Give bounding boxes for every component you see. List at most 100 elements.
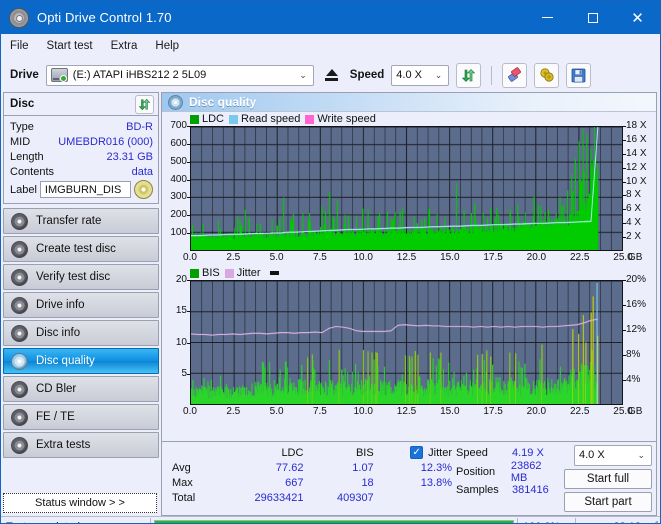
- legend-swatch: [190, 268, 199, 278]
- axis-tick-mark: [622, 305, 626, 306]
- disc-row-key: Type: [10, 120, 34, 133]
- sidebar-item-extra-tests[interactable]: Extra tests: [3, 432, 159, 458]
- axis-tick-label: 16 X: [626, 133, 647, 145]
- cell-max-ldc: 667: [285, 476, 304, 489]
- axis-tick-label: 700: [170, 120, 187, 131]
- disc-label-field[interactable]: IMGBURN_DIS: [39, 181, 131, 198]
- axis-tick-label: 0.0: [183, 406, 197, 417]
- main-body: Disc Type BD-R MID UMEBDR016 (000) Lengt…: [1, 92, 660, 516]
- axis-tick-label: 12.5: [396, 406, 417, 417]
- maximize-button[interactable]: [570, 1, 615, 34]
- samples-value: 381416: [512, 484, 549, 496]
- disc-panel-title: Disc: [10, 98, 35, 110]
- axis-tick-mark: [622, 280, 626, 281]
- refresh-button[interactable]: [456, 62, 482, 88]
- disc-row-contents: Contents data: [10, 164, 153, 179]
- axis-tick-label: 10 X: [626, 175, 647, 187]
- maximize-icon: [587, 12, 598, 23]
- axis-tick-label: 22.5: [569, 406, 590, 417]
- column-header-bis: BIS: [355, 446, 374, 459]
- disc-row-key: Length: [10, 150, 44, 163]
- jitter-label: Jitter: [428, 446, 452, 459]
- save-button[interactable]: [566, 62, 592, 88]
- axis-tick-mark: [622, 380, 626, 381]
- erase-button[interactable]: [502, 62, 528, 88]
- axis-tick-label: 5.0: [269, 252, 284, 263]
- axis-tick-label: 500: [170, 155, 187, 167]
- speed-select[interactable]: 4.0 X ⌄: [391, 64, 450, 86]
- axis-tick-label: 14 X: [626, 147, 647, 159]
- bookmark-button[interactable]: [534, 62, 560, 88]
- disc-icon: [11, 436, 28, 454]
- elapsed-time-value: 33:13: [613, 521, 641, 524]
- title-bar: Opti Drive Control 1.70 ✕: [1, 1, 660, 34]
- bis-chart-legend: BIS Jitter: [162, 266, 656, 280]
- spacer-cell: [168, 445, 218, 460]
- axis-tick-label: 6 X: [626, 203, 642, 215]
- legend-label: Write speed: [317, 113, 376, 125]
- cd-icon[interactable]: [134, 180, 153, 199]
- sidebar-item-label: Create test disc: [36, 243, 116, 255]
- statistics-table: LDC BIS ✓ Jitter Avg 77.62 1.07 12.3% Ma…: [168, 445, 456, 505]
- charts-area: LDC Read speed Write speed 100 200 300 400 5…: [162, 112, 656, 441]
- speed-readout-label: Speed: [456, 447, 488, 459]
- menu-start-test[interactable]: Start test: [47, 40, 93, 52]
- close-button[interactable]: ✕: [615, 1, 660, 34]
- resize-grip-icon[interactable]: [646, 520, 658, 523]
- marker-icon: [269, 271, 279, 275]
- refresh-icon: [462, 68, 476, 82]
- start-part-button[interactable]: Start part: [564, 491, 652, 512]
- sidebar-item-drive-info[interactable]: Drive info: [3, 292, 159, 318]
- axis-unit-label: GB: [628, 252, 643, 263]
- disc-icon: [11, 324, 28, 342]
- panel-header: Disc quality: [162, 93, 656, 112]
- disc-row-key: Contents: [10, 165, 55, 178]
- sidebar-item-label: Disc info: [36, 327, 81, 339]
- sidebar-item-create-test-disc[interactable]: Create test disc: [3, 236, 159, 262]
- test-speed-select[interactable]: 4.0 X ⌄: [574, 445, 652, 466]
- legend-label: Jitter: [236, 267, 261, 279]
- axis-tick-mark: [622, 126, 626, 127]
- jitter-checkbox[interactable]: ✓: [410, 446, 424, 459]
- sidebar-item-fe-te[interactable]: FE / TE: [3, 404, 159, 430]
- axis-tick-label: 15.0: [440, 252, 460, 263]
- drive-icon: [50, 68, 68, 82]
- axis-tick-mark: [622, 181, 626, 183]
- refresh-icon: [138, 98, 151, 110]
- legend-label: Read speed: [241, 113, 301, 125]
- drive-select[interactable]: (E:) ATAPI iHBS212 2 5L09 ⌄: [45, 64, 314, 86]
- sidebar-item-transfer-rate[interactable]: Transfer rate: [3, 208, 159, 234]
- disc-row-value: data: [131, 165, 153, 178]
- axis-tick-label: 300: [170, 191, 187, 203]
- disc-refresh-button[interactable]: [135, 94, 154, 114]
- menu-help[interactable]: Help: [155, 40, 179, 52]
- statistics-panel: LDC BIS ✓ Jitter Avg 77.62 1.07 12.3% Ma…: [162, 441, 656, 515]
- disc-panel-header: Disc: [4, 93, 158, 116]
- axis-unit-label: GB: [628, 406, 643, 417]
- samples-label: Samples: [456, 484, 499, 496]
- toolbar: Drive (E:) ATAPI iHBS212 2 5L09 ⌄ Speed …: [1, 58, 660, 92]
- window-controls: ✕: [525, 1, 660, 34]
- menu-extra[interactable]: Extra: [111, 40, 138, 52]
- sidebar-item-disc-quality[interactable]: Disc quality: [3, 348, 159, 374]
- eject-button[interactable]: [321, 64, 343, 86]
- disc-icon: [11, 296, 28, 314]
- bis-chart: BIS Jitter 5101520 4%8%12%16%20%: [162, 266, 656, 420]
- cell-avg-bis: 1.07: [352, 461, 374, 474]
- menu-file[interactable]: File: [10, 40, 29, 52]
- bis-y-axis-right: 4% 8% 12% 16% 20%: [622, 275, 656, 405]
- sidebar-item-verify-test-disc[interactable]: Verify test disc: [3, 264, 159, 290]
- progress-cell: [151, 517, 518, 523]
- sidebar-item-label: Extra tests: [36, 439, 91, 451]
- app-window: Opti Drive Control 1.70 ✕ File Start tes…: [0, 0, 661, 524]
- drive-label: Drive: [10, 69, 39, 81]
- start-full-button[interactable]: Start full: [564, 468, 652, 489]
- axis-tick-label: 17.5: [483, 252, 503, 263]
- status-window-button[interactable]: Status window > >: [3, 493, 157, 513]
- minimize-button[interactable]: [525, 1, 570, 34]
- sidebar-item-disc-info[interactable]: Disc info: [3, 320, 159, 346]
- axis-tick-mark: [622, 153, 626, 155]
- ldc-y-axis-right: 2 X 4 X 6 X 8 X 10 X 12 X 14 X 16 X 18 X: [622, 121, 656, 251]
- sidebar-item-cd-bler[interactable]: CD Bler: [3, 376, 159, 402]
